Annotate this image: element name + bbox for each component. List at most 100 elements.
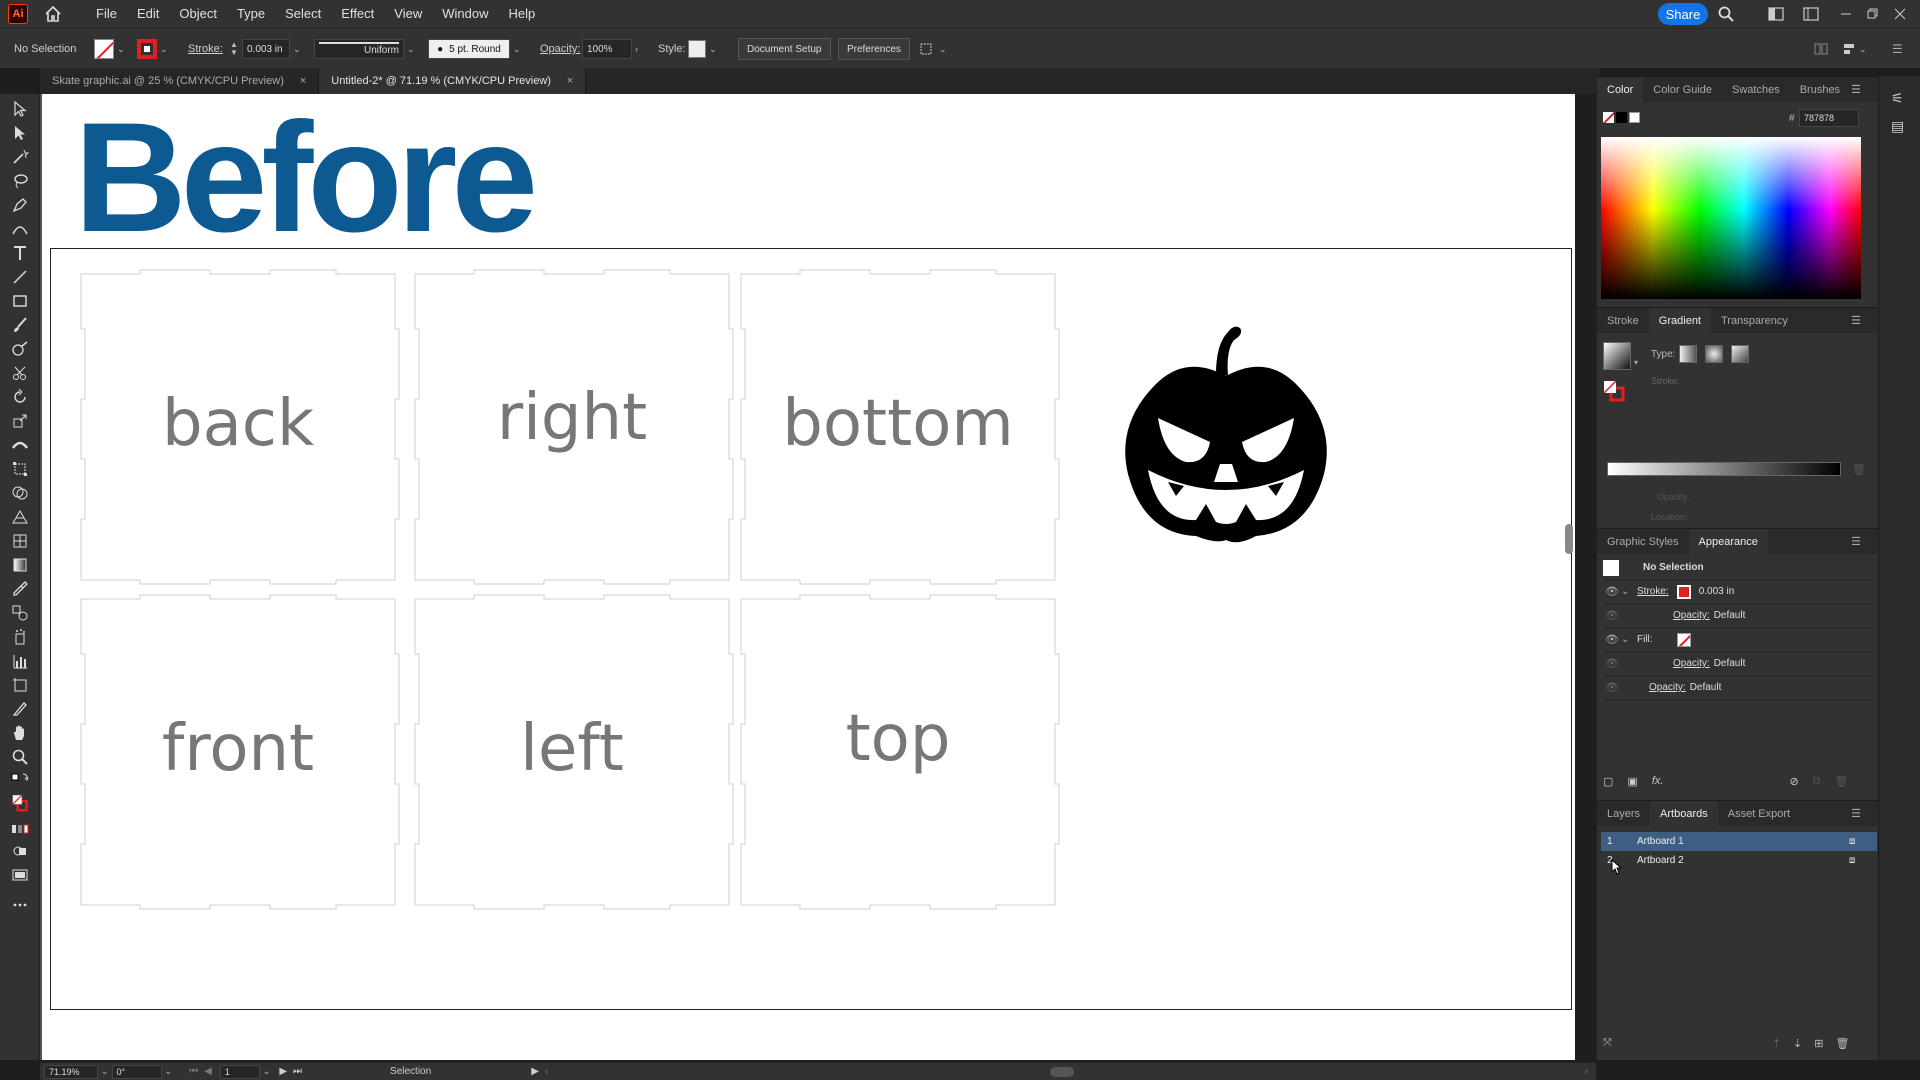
tab-stroke[interactable]: Stroke <box>1597 308 1649 334</box>
selection-tool-icon[interactable] <box>9 98 31 120</box>
rotation-input[interactable]: 0° <box>111 1064 162 1079</box>
free-transform-tool-icon[interactable] <box>9 458 31 480</box>
menu-object[interactable]: Object <box>169 0 227 28</box>
panel-menu-icon[interactable]: ☰ <box>1841 529 1871 555</box>
stroke-stepper-icon[interactable]: ▲ ▼ <box>230 39 238 59</box>
properties-icon[interactable]: ⚟ <box>1891 90 1904 107</box>
screen-mode-icon[interactable] <box>9 864 31 886</box>
artboard-row-1[interactable]: 1 Artboard 1 ⧈ <box>1601 832 1877 851</box>
scroll-right-icon[interactable]: › <box>1585 1066 1588 1077</box>
menu-help[interactable]: Help <box>498 0 545 28</box>
tab-appearance[interactable]: Appearance <box>1688 528 1768 555</box>
chevron-down-icon[interactable]: ▾ <box>1634 358 1638 367</box>
eye-icon[interactable]: 👁 <box>1603 609 1621 622</box>
opacity-label[interactable]: Opacity: <box>1673 658 1710 669</box>
last-artboard-icon[interactable]: ⏭ <box>293 1066 302 1077</box>
opacity-label[interactable]: Opacity: <box>540 39 580 59</box>
box-piece-left[interactable]: left <box>414 594 734 910</box>
black-swatch[interactable] <box>1616 112 1627 123</box>
fx-icon[interactable]: fx. <box>1652 775 1664 787</box>
eye-icon[interactable]: 👁 <box>1603 681 1621 694</box>
tab-color[interactable]: Color <box>1597 76 1644 103</box>
box-piece-bottom[interactable]: bottom <box>740 269 1060 585</box>
chevron-down-icon[interactable]: ⌄ <box>160 44 168 55</box>
appearance-stroke-row[interactable]: 👁 ⌄ Stroke: 0.003 in <box>1603 580 1873 604</box>
brush-definition[interactable]: ● 5 pt. Round ⌄ <box>428 39 524 59</box>
chevron-down-icon[interactable]: ⌄ <box>1621 586 1637 597</box>
document-setup-button[interactable]: Document Setup <box>738 38 831 60</box>
menu-view[interactable]: View <box>384 0 432 28</box>
home-icon[interactable] <box>42 3 64 25</box>
chevron-down-icon[interactable]: ⌄ <box>165 1066 173 1077</box>
appearance-fill-row[interactable]: 👁 ⌄ Fill: <box>1603 628 1873 652</box>
preferences-button[interactable]: Preferences <box>838 38 910 60</box>
color-spectrum[interactable] <box>1601 137 1861 299</box>
pen-tool-icon[interactable] <box>9 194 31 216</box>
blend-tool-icon[interactable] <box>9 602 31 624</box>
chevron-down-icon[interactable]: ⌄ <box>513 44 521 55</box>
line-segment-tool-icon[interactable] <box>9 266 31 288</box>
stroke-weight-value[interactable]: 0.003 in <box>1699 586 1735 597</box>
opacity-label[interactable]: Opacity: <box>1649 682 1686 693</box>
control-menu-icon[interactable]: ☰ <box>1892 39 1903 59</box>
type-tool-icon[interactable] <box>9 242 31 264</box>
tab-transparency[interactable]: Transparency <box>1711 308 1798 334</box>
color-mode-icons[interactable] <box>9 822 31 836</box>
menu-type[interactable]: Type <box>227 0 275 28</box>
status-menu-icon[interactable]: ▶ <box>531 1066 539 1077</box>
white-swatch[interactable] <box>1629 112 1640 123</box>
radial-gradient-icon[interactable] <box>1705 345 1723 363</box>
search-icon[interactable] <box>1716 4 1736 24</box>
appearance-object-opacity-row[interactable]: 👁 Opacity: Default <box>1603 676 1873 700</box>
previous-artboard-icon[interactable]: ◀ <box>204 1066 212 1077</box>
eye-icon[interactable]: 👁 <box>1603 633 1621 646</box>
trash-icon[interactable]: 🗑 <box>1852 463 1866 476</box>
stroke-swatch[interactable]: ⌄ <box>137 39 171 59</box>
artboard-tool-icon[interactable] <box>9 674 31 696</box>
panel-menu-icon[interactable]: ☰ <box>1841 308 1871 334</box>
chevron-down-icon[interactable]: ⌄ <box>117 44 125 55</box>
menu-select[interactable]: Select <box>275 0 331 28</box>
scroll-left-icon[interactable]: ‹ <box>545 1066 548 1077</box>
more-tools-icon[interactable] <box>9 894 31 916</box>
move-down-icon[interactable]: ⇣ <box>1793 1037 1802 1050</box>
rearrange-artboards-icon[interactable]: ⤧ <box>1603 1037 1612 1050</box>
column-graph-tool-icon[interactable] <box>9 650 31 672</box>
rotate-tool-icon[interactable] <box>9 386 31 408</box>
lasso-tool-icon[interactable] <box>9 170 31 192</box>
add-stroke-icon[interactable]: ▢ <box>1603 775 1613 788</box>
magic-wand-tool-icon[interactable] <box>9 146 31 168</box>
tab-color-guide[interactable]: Color Guide <box>1643 77 1722 103</box>
opacity-input[interactable]: 100% <box>582 39 632 59</box>
stroke-label[interactable]: Stroke: <box>188 39 223 59</box>
rectangle-tool-icon[interactable] <box>9 290 31 312</box>
artboard-number-input[interactable]: 1 <box>219 1064 260 1079</box>
chevron-down-icon[interactable]: ⌄ <box>709 44 717 55</box>
curvature-tool-icon[interactable] <box>9 218 31 240</box>
move-up-icon[interactable]: ⇡ <box>1772 1037 1781 1050</box>
tab-skate-graphic[interactable]: Skate graphic.ai @ 25 % (CMYK/CPU Previe… <box>40 68 320 94</box>
scissors-tool-icon[interactable] <box>9 362 31 384</box>
tab-gradient[interactable]: Gradient <box>1648 307 1711 334</box>
menu-file[interactable]: File <box>86 0 127 28</box>
panel-menu-icon[interactable]: ☰ <box>1841 801 1871 827</box>
hand-tool-icon[interactable] <box>9 722 31 744</box>
before-heading[interactable]: Before <box>74 100 538 256</box>
artboard-options-icon[interactable]: ⧈ <box>1849 836 1877 847</box>
paintbrush-tool-icon[interactable] <box>9 314 31 336</box>
zoom-level-input[interactable]: 71.19% <box>44 1064 98 1079</box>
shaper-tool-icon[interactable] <box>9 338 31 360</box>
stroke-color-swatch[interactable] <box>1676 584 1691 599</box>
workspace-icon[interactable] <box>1801 4 1821 24</box>
opacity-label[interactable]: Opacity: <box>1673 610 1710 621</box>
fill-stroke-swatches[interactable] <box>6 788 34 818</box>
fill-none-swatch[interactable] <box>1676 632 1691 647</box>
tab-graphic-styles[interactable]: Graphic Styles <box>1597 529 1689 555</box>
box-piece-front[interactable]: front <box>80 594 400 910</box>
artboard-options-icon[interactable]: ⧈ <box>1849 855 1877 866</box>
first-artboard-icon[interactable]: ⏮ <box>189 1066 198 1077</box>
duplicate-item-icon[interactable]: ⧉ <box>1813 775 1821 788</box>
width-tool-icon[interactable] <box>9 434 31 456</box>
none-swatch-icon[interactable] <box>1603 112 1614 123</box>
scale-tool-icon[interactable] <box>9 410 31 432</box>
